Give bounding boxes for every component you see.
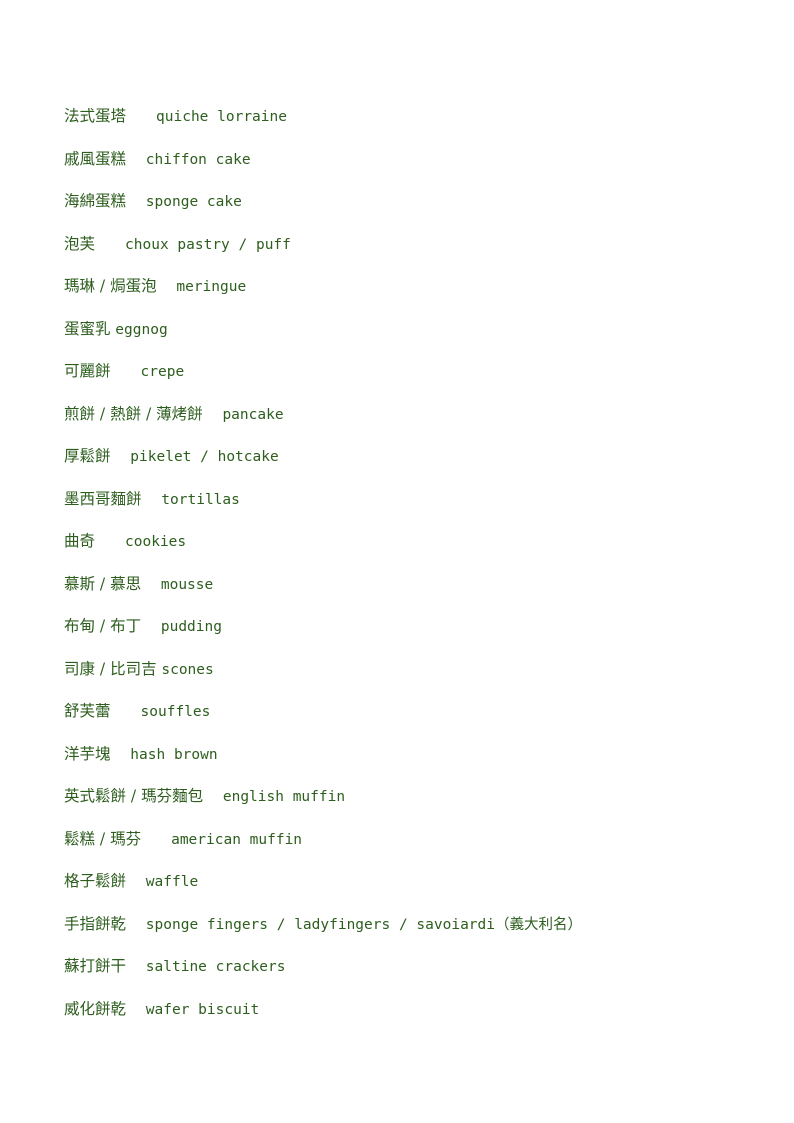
- vocab-term-chinese: 手指餅乾: [64, 914, 127, 933]
- vocab-gloss-english: pikelet / hotcake: [130, 449, 279, 465]
- vocab-entry: 墨西哥麵餅 tortillas: [64, 479, 754, 522]
- vocab-gloss-english: saltine crackers: [145, 959, 286, 975]
- vocab-entry: 格子鬆餅 waffle: [64, 861, 754, 904]
- vocab-separator: [126, 1000, 146, 1018]
- vocab-separator: [126, 957, 146, 975]
- vocab-separator: [111, 702, 141, 720]
- vocab-gloss-english: souffles: [140, 704, 211, 720]
- vocab-separator: [111, 362, 141, 380]
- vocab-entry: 手指餅乾 sponge fingers / ladyfingers / savo…: [64, 904, 754, 947]
- vocab-gloss-english: pudding: [160, 619, 222, 635]
- vocab-gloss-english: choux pastry / puff: [125, 236, 291, 253]
- vocab-entry: 慕斯 / 慕思 mousse: [64, 564, 754, 607]
- vocab-entry: 布甸 / 布丁 pudding: [64, 606, 754, 649]
- vocab-entry: 洋芋塊 hash brown: [64, 734, 754, 777]
- vocab-term-chinese: 法式蛋塔: [64, 107, 127, 125]
- vocab-entry: 泡芙 choux pastry / puff: [64, 224, 754, 267]
- vocab-separator: [126, 150, 146, 168]
- vocab-term-chinese: 戚風蛋糕: [64, 149, 127, 168]
- vocab-gloss-english: hash brown: [130, 746, 218, 763]
- vocab-entry: 司康 / 比司吉 scones: [64, 649, 754, 692]
- vocab-term-chinese: 瑪琳 / 焗蛋泡: [64, 277, 157, 295]
- vocab-gloss-english: pancake: [222, 406, 284, 423]
- vocab-entry: 海綿蛋糕 sponge cake: [64, 181, 754, 224]
- vocab-gloss-english: crepe: [140, 364, 185, 380]
- vocab-gloss-english: cookies: [125, 534, 187, 550]
- vocab-separator: [95, 235, 125, 253]
- vocab-entry: 蛋蜜乳 eggnog: [64, 309, 754, 352]
- vocab-term-chinese: 泡芙: [64, 234, 96, 253]
- vocab-gloss-english: quiche lorraine: [156, 109, 287, 125]
- vocab-term-chinese: 洋芋塊: [64, 744, 111, 763]
- vocab-term-chinese: 英式鬆餅 / 瑪芬麵包: [64, 787, 204, 805]
- vocab-separator: [126, 872, 146, 890]
- vocab-entry: 可麗餅 crepe: [64, 351, 754, 394]
- vocab-separator: [111, 447, 131, 465]
- vocab-gloss-english: mousse: [160, 576, 214, 593]
- vocab-term-chinese: 蛋蜜乳: [64, 319, 111, 338]
- vocab-term-chinese: 司康 / 比司吉: [64, 659, 157, 678]
- vocab-gloss-english: sponge fingers / ladyfingers / savoiardi…: [145, 916, 582, 933]
- vocab-entry: 舒芙蕾 souffles: [64, 691, 754, 734]
- vocab-separator: [157, 277, 177, 295]
- vocab-term-chinese: 煎餅 / 熱餅 / 薄烤餅: [64, 404, 203, 423]
- vocab-gloss-english: chiffon cake: [145, 151, 251, 168]
- vocab-gloss-english: wafer biscuit: [145, 1001, 260, 1018]
- vocab-term-chinese: 格子鬆餅: [64, 872, 127, 890]
- vocab-gloss-english: english muffin: [222, 789, 346, 805]
- vocab-gloss-english: meringue: [176, 279, 247, 295]
- vocab-term-chinese: 慕斯 / 慕思: [64, 574, 142, 593]
- vocab-separator: [141, 575, 161, 593]
- vocab-gloss-english: sponge cake: [145, 194, 242, 210]
- vocab-gloss-english: american muffin: [171, 831, 303, 848]
- document-page: 法式蛋塔 quiche lorraine 戚風蛋糕 chiffon cake 海綿蛋…: [0, 0, 794, 1123]
- vocab-entry: 鬆糕 / 瑪芬 american muffin: [64, 819, 754, 862]
- vocab-term-chinese: 威化餅乾: [64, 999, 127, 1018]
- vocab-term-chinese: 墨西哥麵餅: [64, 489, 142, 508]
- vocab-entry: 威化餅乾 wafer biscuit: [64, 989, 754, 1032]
- vocab-separator: [95, 532, 125, 550]
- vocab-separator: [142, 490, 162, 508]
- vocab-term-chinese: 布甸 / 布丁: [64, 617, 142, 635]
- vocab-gloss-english: waffle: [145, 874, 199, 890]
- vocab-term-chinese: 舒芙蕾: [64, 702, 111, 720]
- vocab-term-chinese: 蘇打餅干: [64, 957, 127, 975]
- vocab-entry: 蘇打餅干 saltine crackers: [64, 946, 754, 989]
- vocab-entry: 法式蛋塔 quiche lorraine: [64, 96, 754, 139]
- vocab-entry: 瑪琳 / 焗蛋泡 meringue: [64, 266, 754, 309]
- vocab-gloss-english: tortillas: [161, 491, 240, 508]
- vocab-separator: [126, 107, 156, 125]
- vocab-term-chinese: 厚鬆餅: [64, 447, 111, 465]
- vocab-term-chinese: 海綿蛋糕: [64, 192, 127, 210]
- vocab-gloss-english: eggnog: [115, 321, 168, 338]
- vocab-separator: [141, 830, 171, 848]
- vocab-separator: [111, 745, 131, 763]
- vocab-separator: [126, 915, 146, 933]
- vocab-term-chinese: 鬆糕 / 瑪芬: [64, 829, 142, 848]
- vocab-entry: 曲奇 cookies: [64, 521, 754, 564]
- vocab-entry: 厚鬆餅 pikelet / hotcake: [64, 436, 754, 479]
- vocab-entry: 英式鬆餅 / 瑪芬麵包 english muffin: [64, 776, 754, 819]
- vocab-separator: [126, 192, 146, 210]
- vocab-separator: [203, 405, 223, 423]
- vocab-separator: [203, 787, 223, 805]
- vocab-separator: [141, 617, 161, 635]
- vocab-entry: 戚風蛋糕 chiffon cake: [64, 139, 754, 182]
- vocabulary-list: 法式蛋塔 quiche lorraine 戚風蛋糕 chiffon cake 海綿蛋…: [64, 96, 754, 1031]
- vocab-term-chinese: 可麗餅: [64, 362, 111, 380]
- vocab-term-chinese: 曲奇: [64, 532, 96, 550]
- vocab-entry: 煎餅 / 熱餅 / 薄烤餅 pancake: [64, 394, 754, 437]
- vocab-gloss-english: scones: [161, 661, 214, 678]
